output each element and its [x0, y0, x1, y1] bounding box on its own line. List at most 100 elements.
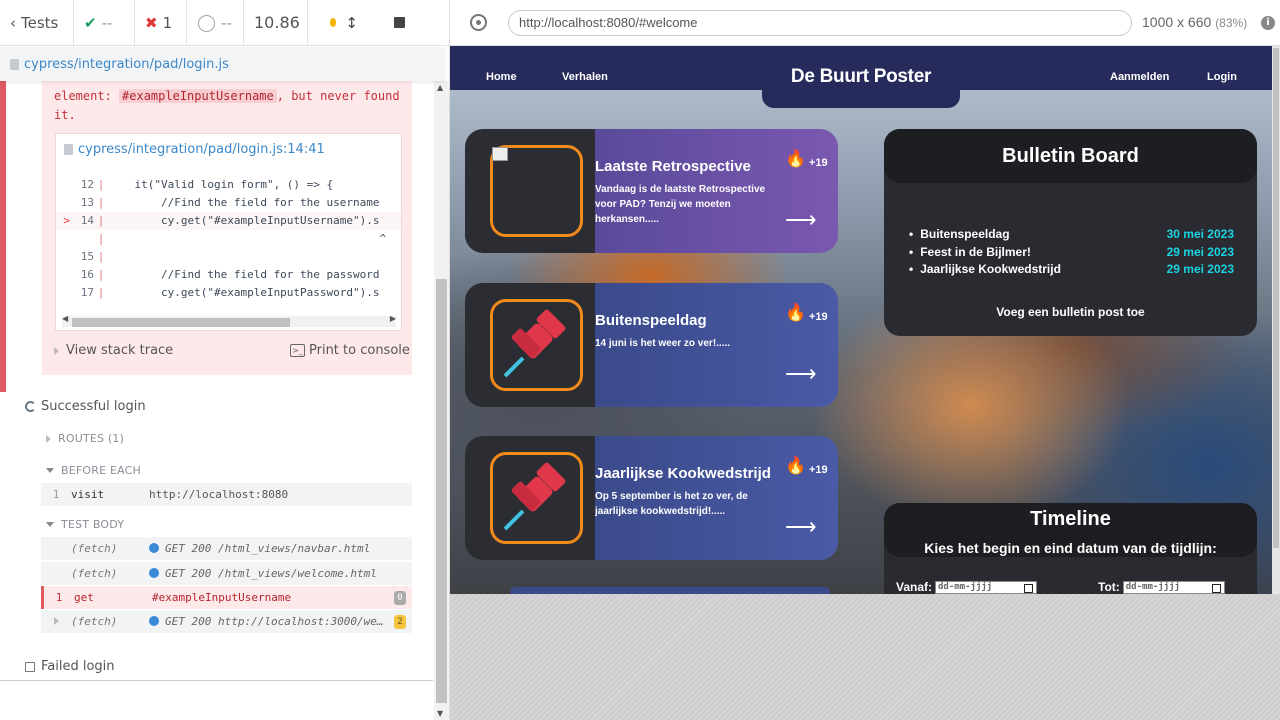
stop-button[interactable] [368, 0, 415, 45]
to-date-input[interactable]: dd-mm-jjjj [1122, 580, 1225, 594]
command-value-wrap: GET 200 http://localhost:3000/we… [149, 615, 394, 628]
post-title: Laatste Retrospective [595, 158, 751, 175]
post-description: Vandaag is de laatste Retrospective voor… [595, 184, 766, 225]
code-line: >14 | cy.get("#exampleInputUsername").s [56, 212, 401, 230]
code-frame-file[interactable]: cypress/integration/pad/login.js:14:41 [78, 142, 325, 157]
bulletin-item-date: 30 mei 2023 [1166, 227, 1234, 241]
arrow-right-icon[interactable]: ⟶ [785, 363, 817, 385]
before-each-section[interactable]: BEFORE EACH [46, 464, 141, 477]
timeline-panel: Timeline Kies het begin en eind datum va… [884, 503, 1257, 594]
command-name: get [74, 591, 94, 604]
nav-home[interactable]: Home [486, 71, 517, 83]
scroll-left-icon[interactable]: ◀ [62, 314, 68, 323]
code-line-arrow [56, 194, 70, 212]
command-row-fetch[interactable]: (fetch) GET 200 http://localhost:3000/we… [41, 610, 412, 633]
test-successful-login[interactable]: Successful login [25, 399, 146, 414]
error-message: element: #exampleInputUsername, but neve… [54, 87, 404, 125]
info-icon[interactable]: i [1261, 16, 1275, 30]
spec-path[interactable]: cypress/integration/pad/login.js [24, 57, 229, 72]
cross-icon: ✖ [145, 13, 158, 32]
nav-stories[interactable]: Verhalen [562, 71, 608, 83]
command-row-fetch[interactable]: (fetch) GET 200 /html_views/navbar.html [41, 537, 412, 560]
code-frame: cypress/integration/pad/login.js:14:41 1… [55, 133, 402, 331]
bulletin-item-name: Feest in de Bijlmer! [920, 245, 1031, 259]
post-card-partial[interactable] [510, 587, 830, 594]
spinner-icon [25, 401, 36, 412]
bulletin-item[interactable]: Buitenspeeldag 30 mei 2023 [920, 227, 1234, 241]
code-frame-file-link[interactable]: cypress/integration/pad/login.js:14:41 [64, 142, 325, 157]
nav-register[interactable]: Aanmelden [1110, 71, 1169, 83]
post-card[interactable]: Jaarlijkse Kookwedstrijd Op 5 september … [465, 436, 838, 560]
tests-button[interactable]: ‹ Tests [0, 0, 74, 45]
command-row-get[interactable]: 1 get #exampleInputUsername 0 [41, 586, 412, 609]
test-failed-login[interactable]: Failed login [25, 659, 115, 674]
command-value: GET 200 /html_views/welcome.html [165, 567, 377, 580]
code-line: 17 | cy.get("#exampleInputPassword").s [56, 284, 401, 302]
scroll-up-icon[interactable]: ▲ [437, 83, 443, 92]
code-lines: 12 | it("Valid login form", () => {13 | //… [56, 176, 401, 302]
auto-scroll-toggle[interactable]: ↕ [308, 0, 368, 45]
reporter: element: #exampleInputUsername, but neve… [0, 81, 433, 720]
flame-icon[interactable]: 🔥 [785, 149, 806, 169]
horizontal-scrollbar[interactable]: ◀ ▶ [62, 314, 396, 327]
scroll-right-icon[interactable]: ▶ [390, 314, 396, 323]
caret-down-icon [46, 522, 54, 527]
code-line-text: cy.get("#exampleInputPassword").s [108, 286, 380, 299]
spec-path-bar[interactable]: cypress/integration/pad/login.js [0, 47, 445, 81]
flame-icon[interactable]: 🔥 [785, 303, 806, 323]
running-indicator-icon [330, 18, 337, 27]
failed-value: 1 [162, 13, 173, 32]
flame-icon[interactable]: 🔥 [785, 456, 806, 476]
request-dot-icon [149, 568, 159, 578]
stack-label: View stack trace [66, 343, 174, 358]
command-value: #exampleInputUsername [152, 591, 292, 604]
post-score: +19 [809, 157, 828, 169]
scroll-down-icon[interactable]: ▼ [437, 709, 443, 718]
expand-caret[interactable] [41, 615, 71, 628]
command-row-visit[interactable]: 1 visit http://localhost:8080 [41, 483, 412, 506]
caret-down-icon [46, 468, 54, 473]
caret-right-icon [54, 346, 59, 355]
arrow-right-icon[interactable]: ⟶ [785, 209, 817, 231]
routes-section[interactable]: ROUTES (1) [46, 432, 124, 445]
code-line-text: //Find the field for the password [108, 268, 380, 281]
site-brand[interactable]: De Buurt Poster [762, 46, 960, 108]
bulletin-item[interactable]: Feest in de Bijlmer! 29 mei 2023 [920, 245, 1234, 259]
view-stack-trace-button[interactable]: View stack trace [54, 343, 173, 358]
element-count-badge: 0 [394, 590, 406, 605]
test-body-section[interactable]: TEST BODY [46, 518, 124, 531]
add-bulletin-button[interactable]: Voeg een bulletin post toe [884, 305, 1257, 319]
app-scrollbar[interactable] [1272, 46, 1280, 594]
from-date-input[interactable]: dd-mm-jjjj [935, 580, 1038, 594]
print-to-console-button[interactable]: >_ Print to console [290, 343, 410, 358]
error-indicator-bar [0, 81, 6, 392]
arrow-right-icon[interactable]: ⟶ [785, 516, 817, 538]
post-score: +19 [809, 464, 828, 476]
reporter-scroll-thumb[interactable] [436, 279, 447, 703]
code-line-number: 14 [80, 214, 94, 227]
selector-playground-icon[interactable] [470, 14, 487, 31]
passed-count: ✔ -- [74, 0, 135, 45]
pending-count: ◯ -- [187, 0, 244, 45]
timeline-subtitle: Kies het begin en eind datum van de tijd… [924, 540, 1217, 556]
command-row-fetch[interactable]: (fetch) GET 200 /html_views/welcome.html [41, 562, 412, 585]
viewport-size: 1000 x 660 (83%) [1142, 14, 1247, 30]
command-name: (fetch) [71, 567, 118, 580]
post-score: +19 [809, 311, 828, 323]
request-count-badge: 2 [394, 614, 406, 629]
reporter-scrollbar[interactable]: ▲ ▼ [434, 81, 449, 720]
nav-login[interactable]: Login [1207, 71, 1237, 83]
code-line: 16 | //Find the field for the password [56, 266, 401, 284]
code-line-gutter: | [97, 232, 105, 245]
code-line-arrow [56, 284, 70, 302]
bulletin-item[interactable]: Jaarlijkse Kookwedstrijd 29 mei 2023 [920, 262, 1234, 276]
error-message-suffix: , but never found [276, 89, 400, 103]
horizontal-scroll-thumb[interactable] [72, 318, 290, 327]
post-card[interactable]: Buitenspeeldag 14 juni is het weer zo ve… [465, 283, 838, 407]
post-image [490, 299, 583, 391]
app-scroll-thumb[interactable] [1273, 48, 1279, 548]
from-date-group: Vanaf: dd-mm-jjjj [896, 580, 1038, 594]
post-card[interactable]: Laatste Retrospective Vandaag is de laat… [465, 129, 838, 253]
code-line-gutter: | [97, 286, 105, 299]
viewport-scale: (83%) [1215, 16, 1248, 30]
